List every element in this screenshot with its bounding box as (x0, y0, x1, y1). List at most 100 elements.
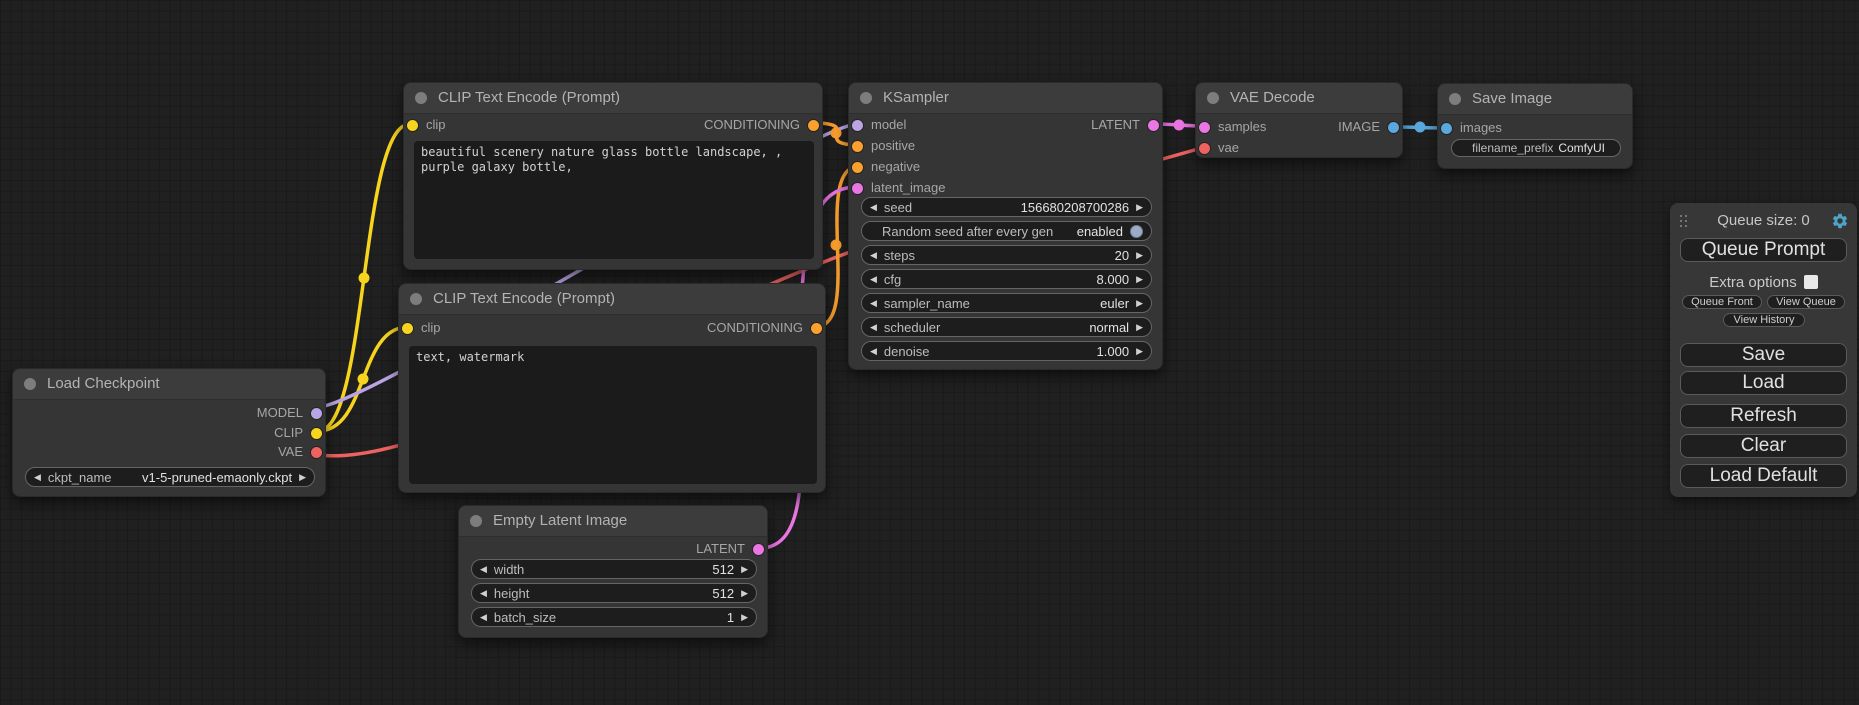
model-port-dot[interactable] (311, 408, 322, 419)
conditioning-port-dot[interactable] (852, 162, 863, 173)
prev-arrow-icon[interactable]: ◀ (480, 589, 487, 598)
height-widget[interactable]: ◀ height 512 ▶ (471, 583, 757, 603)
node-empty-latent-image[interactable]: Empty Latent Image LATENT ◀ width 512 ▶ … (458, 505, 768, 638)
view-queue-button[interactable]: View Queue (1767, 295, 1845, 309)
collapse-dot[interactable] (470, 515, 482, 527)
toggle-knob[interactable] (1130, 225, 1143, 238)
refresh-button[interactable]: Refresh (1680, 404, 1847, 428)
queue-prompt-button[interactable]: Queue Prompt (1680, 238, 1847, 262)
output-port-conditioning: CONDITIONING (704, 116, 822, 134)
next-arrow-icon[interactable]: ▶ (299, 473, 306, 482)
node-save-image[interactable]: Save Image images filename_prefix ComfyU… (1437, 83, 1633, 169)
model-port-dot[interactable] (852, 120, 863, 131)
node-title-bar[interactable]: VAE Decode (1196, 83, 1402, 114)
prev-arrow-icon[interactable]: ◀ (870, 251, 877, 260)
latent-port-dot[interactable] (753, 544, 764, 555)
conditioning-port-dot[interactable] (808, 120, 819, 131)
image-port-dot[interactable] (1441, 123, 1452, 134)
input-port-clip: clip (404, 116, 446, 134)
prev-arrow-icon[interactable]: ◀ (480, 613, 487, 622)
vae-port-dot[interactable] (311, 447, 322, 458)
next-arrow-icon[interactable]: ▶ (741, 589, 748, 598)
node-title-bar[interactable]: Load Checkpoint (13, 369, 325, 400)
view-history-button[interactable]: View History (1723, 313, 1805, 327)
width-widget[interactable]: ◀ width 512 ▶ (471, 559, 757, 579)
input-port-negative: negative (849, 158, 920, 176)
negative-prompt-textarea[interactable]: text, watermark (409, 346, 817, 484)
next-arrow-icon[interactable]: ▶ (741, 613, 748, 622)
next-arrow-icon[interactable]: ▶ (1136, 203, 1143, 212)
widget-label: cfg (884, 272, 901, 287)
vae-port-dot[interactable] (1199, 143, 1210, 154)
load-button[interactable]: Load (1680, 371, 1847, 395)
wire-midpoint-dot (359, 273, 370, 284)
node-title-bar[interactable]: CLIP Text Encode (Prompt) (404, 83, 822, 114)
node-load-checkpoint[interactable]: Load Checkpoint MODEL CLIP VAE ◀ ckpt_na… (12, 368, 326, 497)
collapse-dot[interactable] (860, 92, 872, 104)
sampler-name-widget[interactable]: ◀ sampler_name euler ▶ (861, 293, 1152, 313)
node-graph-canvas[interactable]: Load Checkpoint MODEL CLIP VAE ◀ ckpt_na… (0, 0, 1859, 705)
image-port-dot[interactable] (1388, 122, 1399, 133)
output-port-clip: CLIP (274, 424, 325, 442)
scheduler-widget[interactable]: ◀ scheduler normal ▶ (861, 317, 1152, 337)
prev-arrow-icon[interactable]: ◀ (34, 473, 41, 482)
input-port-samples: samples (1196, 118, 1266, 136)
load-default-button[interactable]: Load Default (1680, 464, 1847, 488)
collapse-dot[interactable] (410, 293, 422, 305)
batch-size-widget[interactable]: ◀ batch_size 1 ▶ (471, 607, 757, 627)
clip-port-dot[interactable] (402, 323, 413, 334)
port-label: vae (1218, 140, 1239, 155)
save-button[interactable]: Save (1680, 343, 1847, 367)
node-title-bar[interactable]: KSampler (849, 83, 1162, 114)
conditioning-port-dot[interactable] (811, 323, 822, 334)
next-arrow-icon[interactable]: ▶ (1136, 323, 1143, 332)
latent-port-dot[interactable] (1148, 120, 1159, 131)
output-port-image: IMAGE (1338, 118, 1402, 136)
next-arrow-icon[interactable]: ▶ (1136, 251, 1143, 260)
clip-port-dot[interactable] (311, 428, 322, 439)
collapse-dot[interactable] (415, 92, 427, 104)
ckpt-name-widget[interactable]: ◀ ckpt_name v1-5-pruned-emaonly.ckpt ▶ (25, 467, 315, 487)
filename-prefix-widget[interactable]: filename_prefix ComfyUI (1451, 139, 1621, 157)
conditioning-port-dot[interactable] (852, 141, 863, 152)
positive-prompt-textarea[interactable]: beautiful scenery nature glass bottle la… (414, 141, 814, 259)
next-arrow-icon[interactable]: ▶ (1136, 299, 1143, 308)
next-arrow-icon[interactable]: ▶ (741, 565, 748, 574)
latent-port-dot[interactable] (1199, 122, 1210, 133)
seed-widget[interactable]: ◀ seed 156680208700286 ▶ (861, 197, 1152, 217)
prev-arrow-icon[interactable]: ◀ (870, 203, 877, 212)
random-seed-toggle-widget[interactable]: Random seed after every gen enabled (861, 221, 1152, 241)
collapse-dot[interactable] (1449, 93, 1461, 105)
node-title-bar[interactable]: CLIP Text Encode (Prompt) (399, 284, 825, 315)
prev-arrow-icon[interactable]: ◀ (870, 323, 877, 332)
clip-port-dot[interactable] (407, 120, 418, 131)
extra-options-checkbox[interactable] (1804, 275, 1818, 289)
next-arrow-icon[interactable]: ▶ (1136, 347, 1143, 356)
clear-button[interactable]: Clear (1680, 434, 1847, 458)
prev-arrow-icon[interactable]: ◀ (870, 347, 877, 356)
node-vae-decode[interactable]: VAE Decode samples vae IMAGE (1195, 82, 1403, 158)
next-arrow-icon[interactable]: ▶ (1136, 275, 1143, 284)
queue-front-button[interactable]: Queue Front (1682, 295, 1762, 309)
steps-widget[interactable]: ◀ steps 20 ▶ (861, 245, 1152, 265)
settings-gear-icon[interactable] (1831, 212, 1849, 230)
collapse-dot[interactable] (1207, 92, 1219, 104)
node-clip-text-encode-negative[interactable]: CLIP Text Encode (Prompt) clip CONDITION… (398, 283, 826, 493)
cfg-widget[interactable]: ◀ cfg 8.000 ▶ (861, 269, 1152, 289)
node-title-bar[interactable]: Empty Latent Image (459, 506, 767, 537)
latent-port-dot[interactable] (852, 183, 863, 194)
collapse-dot[interactable] (24, 378, 36, 390)
port-label: VAE (278, 444, 303, 459)
node-title-bar[interactable]: Save Image (1438, 84, 1632, 115)
node-title: CLIP Text Encode (Prompt) (438, 89, 620, 106)
prev-arrow-icon[interactable]: ◀ (870, 275, 877, 284)
node-clip-text-encode-positive[interactable]: CLIP Text Encode (Prompt) clip CONDITION… (403, 82, 823, 270)
denoise-widget[interactable]: ◀ denoise 1.000 ▶ (861, 341, 1152, 361)
prev-arrow-icon[interactable]: ◀ (480, 565, 487, 574)
prev-arrow-icon[interactable]: ◀ (870, 299, 877, 308)
node-ksampler[interactable]: KSampler model positive negative latent_… (848, 82, 1163, 370)
queue-panel[interactable]: Queue size: 0 Queue Prompt Extra options… (1670, 203, 1857, 497)
input-port-latent-image: latent_image (849, 179, 945, 197)
widget-value: 8.000 (1097, 272, 1130, 287)
output-port-latent: LATENT (696, 540, 767, 558)
